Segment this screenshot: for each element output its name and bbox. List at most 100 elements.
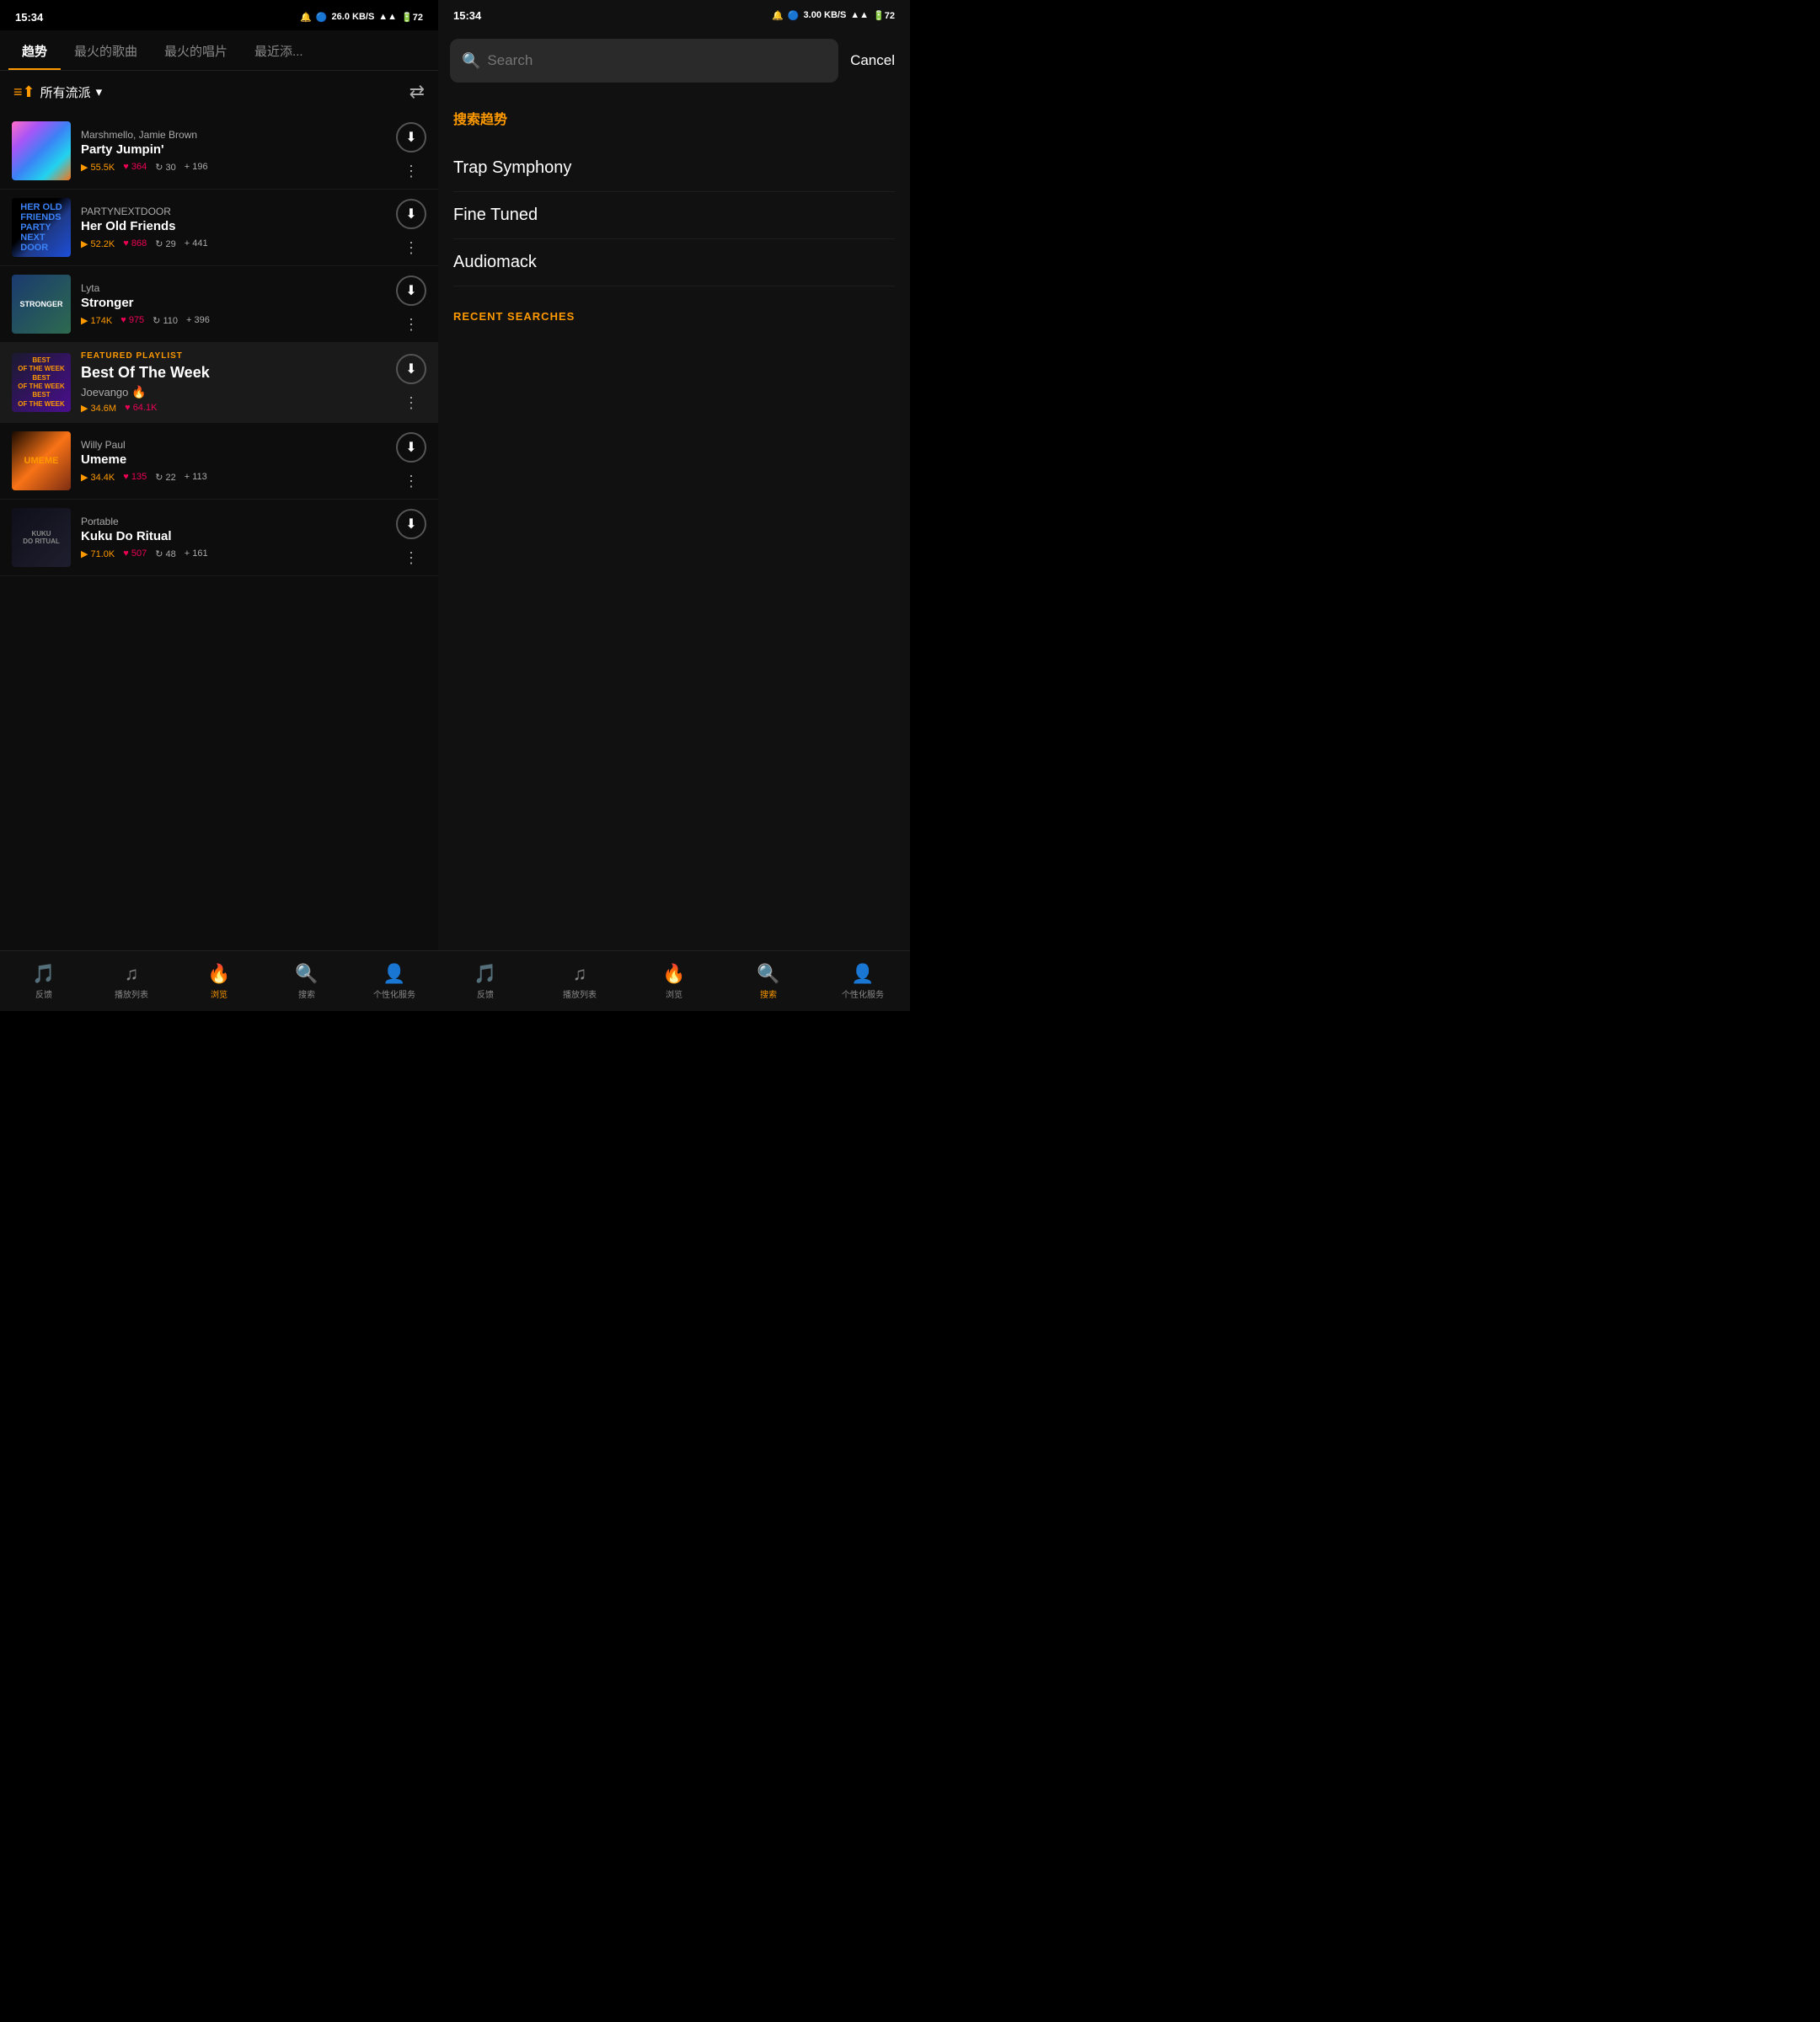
song-title[interactable]: Her Old Friends <box>81 219 386 233</box>
nav-label-feedback-right: 反馈 <box>477 987 494 1000</box>
more-options-button[interactable]: ⋮ <box>404 316 419 334</box>
featured-stats: ▶ 34.6M ♥ 64.1K <box>81 403 386 414</box>
download-button[interactable]: ⬇ <box>396 122 426 152</box>
nav-label-feedback: 反馈 <box>35 987 52 1000</box>
browse-icon: 🔥 <box>207 963 230 985</box>
dropdown-arrow-icon: ▾ <box>96 84 103 99</box>
stat-plays: ▶ 55.5K <box>81 162 115 173</box>
tab-recent[interactable]: 最近添... <box>241 30 317 70</box>
search-nav-icon-right: 🔍 <box>757 963 779 985</box>
nav-playlist[interactable]: ♫ 播放列表 <box>110 963 153 1000</box>
nav-search-left[interactable]: 🔍 搜索 <box>286 963 328 1000</box>
tab-hot-albums[interactable]: 最火的唱片 <box>151 30 241 70</box>
tab-trends[interactable]: 趋势 <box>8 30 61 70</box>
time-right: 15:34 <box>453 9 481 22</box>
song-title[interactable]: Kuku Do Ritual <box>81 529 386 543</box>
song-title[interactable]: Umeme <box>81 452 386 467</box>
nav-personalize-left[interactable]: 👤 个性化服务 <box>373 963 415 1000</box>
search-input[interactable] <box>487 52 827 69</box>
nav-playlist-right[interactable]: ♫ 播放列表 <box>559 963 601 1000</box>
filter-genre[interactable]: ≡⬆ 所有流派 ▾ <box>13 83 102 101</box>
song-title[interactable]: Stronger <box>81 296 386 310</box>
download-button[interactable]: ⬇ <box>396 354 426 384</box>
nav-label-browse-right: 浏览 <box>666 987 682 1000</box>
wifi-icon: ▲▲ <box>378 12 397 22</box>
battery-icon: 🔋72 <box>401 12 423 23</box>
song-info: Lyta Stronger ▶ 174K ♥ 975 ↻ 110 + 396 <box>81 282 386 326</box>
song-thumbnail[interactable]: STRONGER <box>12 275 71 334</box>
featured-title[interactable]: Best Of The Week <box>81 364 386 382</box>
download-button[interactable]: ⬇ <box>396 199 426 229</box>
stat-plus: + 396 <box>186 315 210 326</box>
song-thumbnail[interactable]: KUKUDO RITUAL <box>12 508 71 567</box>
battery-icon-right: 🔋72 <box>873 10 895 21</box>
search-nav-icon: 🔍 <box>295 963 318 985</box>
featured-thumbnail[interactable]: BESTOF THE WEEKBESTOF THE WEEKBESTOF THE… <box>12 353 71 412</box>
stat-reposts: ↻ 29 <box>155 238 176 249</box>
song-actions: ⬇ ⋮ <box>396 122 426 180</box>
stat-likes: ♥ 868 <box>123 238 147 249</box>
song-artist: Lyta <box>81 282 386 294</box>
stat-plus: + 161 <box>185 548 208 559</box>
more-options-button[interactable]: ⋮ <box>404 239 419 257</box>
featured-playlist-item: BESTOF THE WEEKBESTOF THE WEEKBESTOF THE… <box>0 343 438 423</box>
stat-plays: ▶ 52.2K <box>81 238 115 249</box>
nav-search-right[interactable]: 🔍 搜索 <box>747 963 790 1000</box>
feedback-icon: 🎵 <box>32 963 55 985</box>
more-options-button[interactable]: ⋮ <box>404 163 419 180</box>
wifi-icon-right: ▲▲ <box>850 10 869 20</box>
tab-hot-songs[interactable]: 最火的歌曲 <box>61 30 151 70</box>
right-panel: 15:34 🔔 🔵 3.00 KB/S ▲▲ 🔋72 🔍 Cancel 搜索趋势… <box>438 0 910 1011</box>
status-icons-left: 🔔 🔵 26.0 KB/S ▲▲ 🔋72 <box>300 12 423 23</box>
song-thumbnail[interactable] <box>12 121 71 180</box>
song-stats: ▶ 55.5K ♥ 364 ↻ 30 + 196 <box>81 162 386 173</box>
left-panel: 15:34 🔔 🔵 26.0 KB/S ▲▲ 🔋72 趋势 最火的歌曲 最火的唱… <box>0 0 438 1011</box>
stat-likes: ♥ 975 <box>120 315 144 326</box>
song-actions: ⬇ ⋮ <box>396 509 426 567</box>
download-button[interactable]: ⬇ <box>396 509 426 539</box>
song-actions: ⬇ ⋮ <box>396 432 426 490</box>
personalize-icon: 👤 <box>383 963 405 985</box>
bell-icon-right: 🔔 <box>772 10 784 21</box>
more-options-button[interactable]: ⋮ <box>404 549 419 567</box>
song-info: PARTYNEXTDOOR Her Old Friends ▶ 52.2K ♥ … <box>81 206 386 249</box>
stat-plays: ▶ 174K <box>81 315 112 326</box>
stat-plays: ▶ 34.6M <box>81 403 116 414</box>
stat-likes: ♥ 135 <box>123 472 147 483</box>
stat-reposts: ↻ 30 <box>155 162 176 173</box>
nav-feedback[interactable]: 🎵 反馈 <box>23 963 65 1000</box>
recent-searches-label: RECENT SEARCHES <box>453 310 895 323</box>
trend-item-2[interactable]: Audiomack <box>453 239 895 286</box>
nav-feedback-right[interactable]: 🎵 反馈 <box>464 963 506 1000</box>
nav-browse[interactable]: 🔥 浏览 <box>198 963 240 1000</box>
song-thumbnail[interactable]: HER OLDFRIENDSPARTYNEXTDOOR <box>12 198 71 257</box>
filter-icon: ≡⬆ <box>13 83 35 101</box>
cancel-button[interactable]: Cancel <box>847 52 898 69</box>
nav-personalize-right[interactable]: 👤 个性化服务 <box>842 963 884 1000</box>
download-button[interactable]: ⬇ <box>396 432 426 463</box>
nav-label-search: 搜索 <box>298 987 315 1000</box>
trend-item-0[interactable]: Trap Symphony <box>453 145 895 192</box>
nav-browse-right[interactable]: 🔥 浏览 <box>653 963 695 1000</box>
nav-label-playlist: 播放列表 <box>115 987 148 1000</box>
song-title[interactable]: Party Jumpin' <box>81 142 386 157</box>
song-thumbnail[interactable]: UMEME <box>12 431 71 490</box>
more-options-button[interactable]: ⋮ <box>404 473 419 490</box>
search-bar[interactable]: 🔍 <box>450 39 838 83</box>
download-button[interactable]: ⬇ <box>396 275 426 306</box>
song-item: KUKUDO RITUAL Portable Kuku Do Ritual ▶ … <box>0 500 438 576</box>
shuffle-icon[interactable]: ⇄ <box>410 81 425 103</box>
trend-section-label: 搜索趋势 <box>453 108 895 128</box>
more-options-button[interactable]: ⋮ <box>404 394 419 412</box>
data-speed: 26.0 KB/S <box>332 12 375 22</box>
song-artist: PARTYNEXTDOOR <box>81 206 386 217</box>
search-content: 搜索趋势 Trap Symphony Fine Tuned Audiomack … <box>438 91 910 950</box>
feedback-icon-right: 🎵 <box>474 963 496 985</box>
stat-reposts: ↻ 48 <box>155 548 176 559</box>
song-actions: ⬇ ⋮ <box>396 354 426 412</box>
stat-reposts: ↻ 110 <box>153 315 178 326</box>
song-actions: ⬇ ⋮ <box>396 275 426 334</box>
data-speed-right: 3.00 KB/S <box>804 10 847 20</box>
trend-item-1[interactable]: Fine Tuned <box>453 192 895 239</box>
playlist-icon: ♫ <box>125 963 139 985</box>
